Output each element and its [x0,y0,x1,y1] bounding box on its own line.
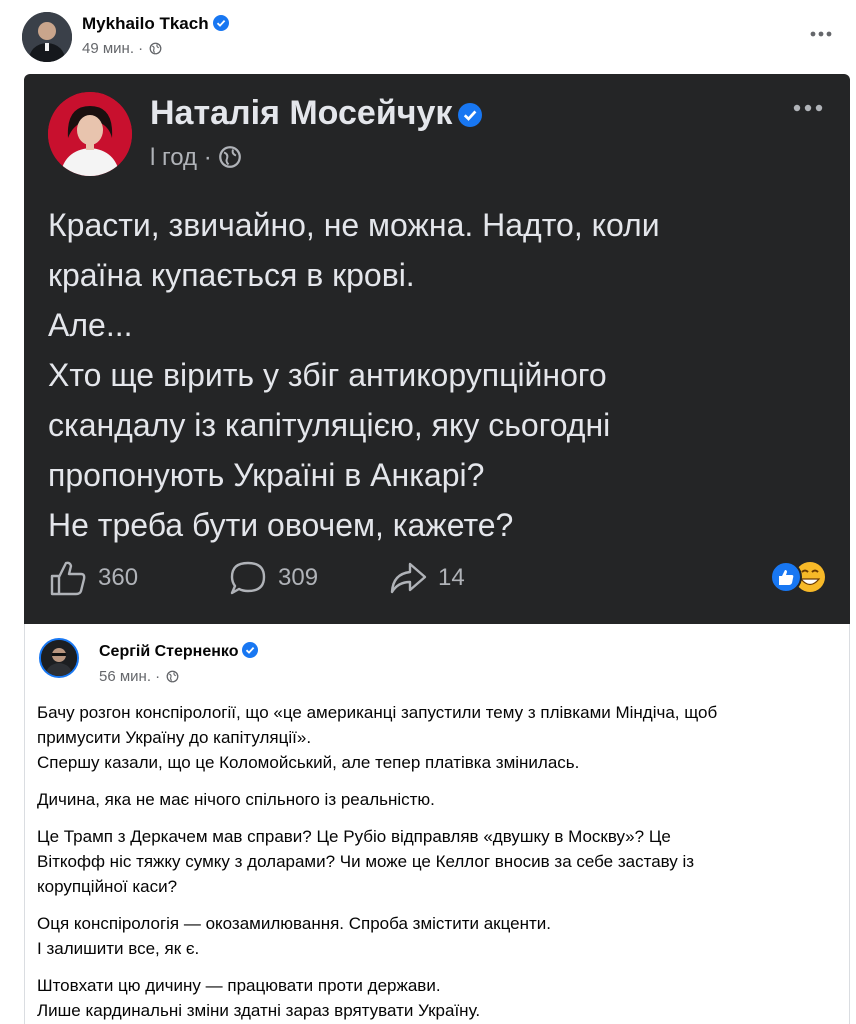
shared-text-line: Красти, звичайно, не можна. Надто, коли [48,207,660,243]
more-options-icon [793,104,823,112]
repost-author-name-text[interactable]: Сергій Стерненко [99,643,238,660]
shared-post-meta: l год · [150,144,242,172]
post-header: Mykhailo Tkach 49 мин. · [20,10,836,66]
like-count-text: 360 [98,564,139,591]
repost-text-line: Віткофф ніс тяжку сумку з доларами? Чи м… [37,852,695,871]
shared-text-line: країна купається в крові. [48,257,415,293]
shared-author-name-text: Наталія Мосейчук [150,94,453,132]
author-name-text[interactable]: Mykhailo Tkach [82,14,209,33]
shared-text-line: пропонують Україні в Анкарі? [48,457,485,493]
repost-paragraph: Дичина, яка не має нічого спільного із р… [37,787,837,812]
repost-text-line: Бачу розгон конспірології, що «це америк… [37,703,718,722]
repost-text-line: Це Трамп з Деркачем мав справи? Це Рубіо… [37,827,671,846]
verified-badge-icon [212,15,229,31]
shared-text-line: Хто ще вірить у збіг антикорупційного [48,357,607,393]
repost-paragraph: Бачу розгон конспірології, що «це америк… [37,700,837,775]
shared-text-line: Але... [48,307,133,343]
post-timestamp[interactable]: 49 мин. · [82,40,143,57]
like-count: 360 [48,556,138,600]
repost-author-name[interactable]: Сергій Стерненко [99,642,259,661]
share-count: 14 [388,556,465,600]
shared-post-text: Красти, звичайно, не можна. Надто, коли … [48,200,838,546]
verified-badge-icon [242,642,259,658]
repost-timestamp[interactable]: 56 мин. · [99,668,160,685]
avatar-portrait-icon [48,92,132,176]
post-meta: 49 мин. · [82,40,162,57]
shared-post-actions: 360 309 14 [48,556,828,600]
avatar-portrait-icon [41,640,77,676]
shared-post-timestamp: l год · [150,144,212,171]
repost-text-line: Оця конспірологія — окозамилювання. Спро… [37,914,551,933]
repost-text: Бачу розгон конспірології, що «це америк… [37,700,837,1024]
repost-content: Сергій Стерненко 56 мин. · Бачу розгон к… [24,624,850,1024]
repost-meta: 56 мин. · [99,668,179,685]
shared-author-avatar [48,92,132,176]
comment-count-text: 309 [278,564,319,591]
more-options-icon[interactable] [806,22,836,46]
repost-text-line: І залишити все, як є. [37,939,200,958]
repost-paragraph: Це Трамп з Деркачем мав справи? Це Рубіо… [37,824,837,899]
repost-text-line: Дичина, яка не має нічого спільного із р… [37,790,435,809]
shared-text-line: Не треба бути овочем, кажете? [48,507,514,543]
globe-icon [166,670,179,683]
repost-paragraph: Штовхати цю дичину — працювати проти дер… [37,973,837,1023]
author-avatar[interactable] [22,12,72,62]
author-name[interactable]: Mykhailo Tkach [82,14,229,34]
avatar-portrait-icon [22,12,72,62]
globe-icon [218,146,241,168]
shared-post-image[interactable]: Наталія Мосейчук l год · Красти, звичайн… [24,74,850,624]
shared-text-line: скандалу із капітуляцією, яку сьогодні [48,407,611,443]
share-count-text: 14 [438,564,465,591]
reactions-icon [770,561,825,593]
thumbs-up-icon [50,561,86,596]
share-arrow-icon [390,562,427,594]
verified-badge-icon [458,103,483,127]
repost-author-avatar[interactable] [39,638,79,678]
repost-paragraph: Оця конспірологія — окозамилювання. Спро… [37,911,837,961]
repost-text-line: корупційної каси? [37,877,178,896]
repost-text-line: Спершу казали, що це Коломойський, але т… [37,753,580,772]
repost-text-line: примусити Україну до капітуляції». [37,728,312,747]
repost-text-line: Штовхати цю дичину — працювати проти дер… [37,976,441,995]
comment-bubble-icon [230,561,266,595]
globe-icon [149,42,162,55]
repost-text-line: Лише кардинальні зміни здатні зараз врят… [37,1001,481,1020]
shared-author-name: Наталія Мосейчук [150,94,483,133]
comment-count: 309 [228,556,318,600]
